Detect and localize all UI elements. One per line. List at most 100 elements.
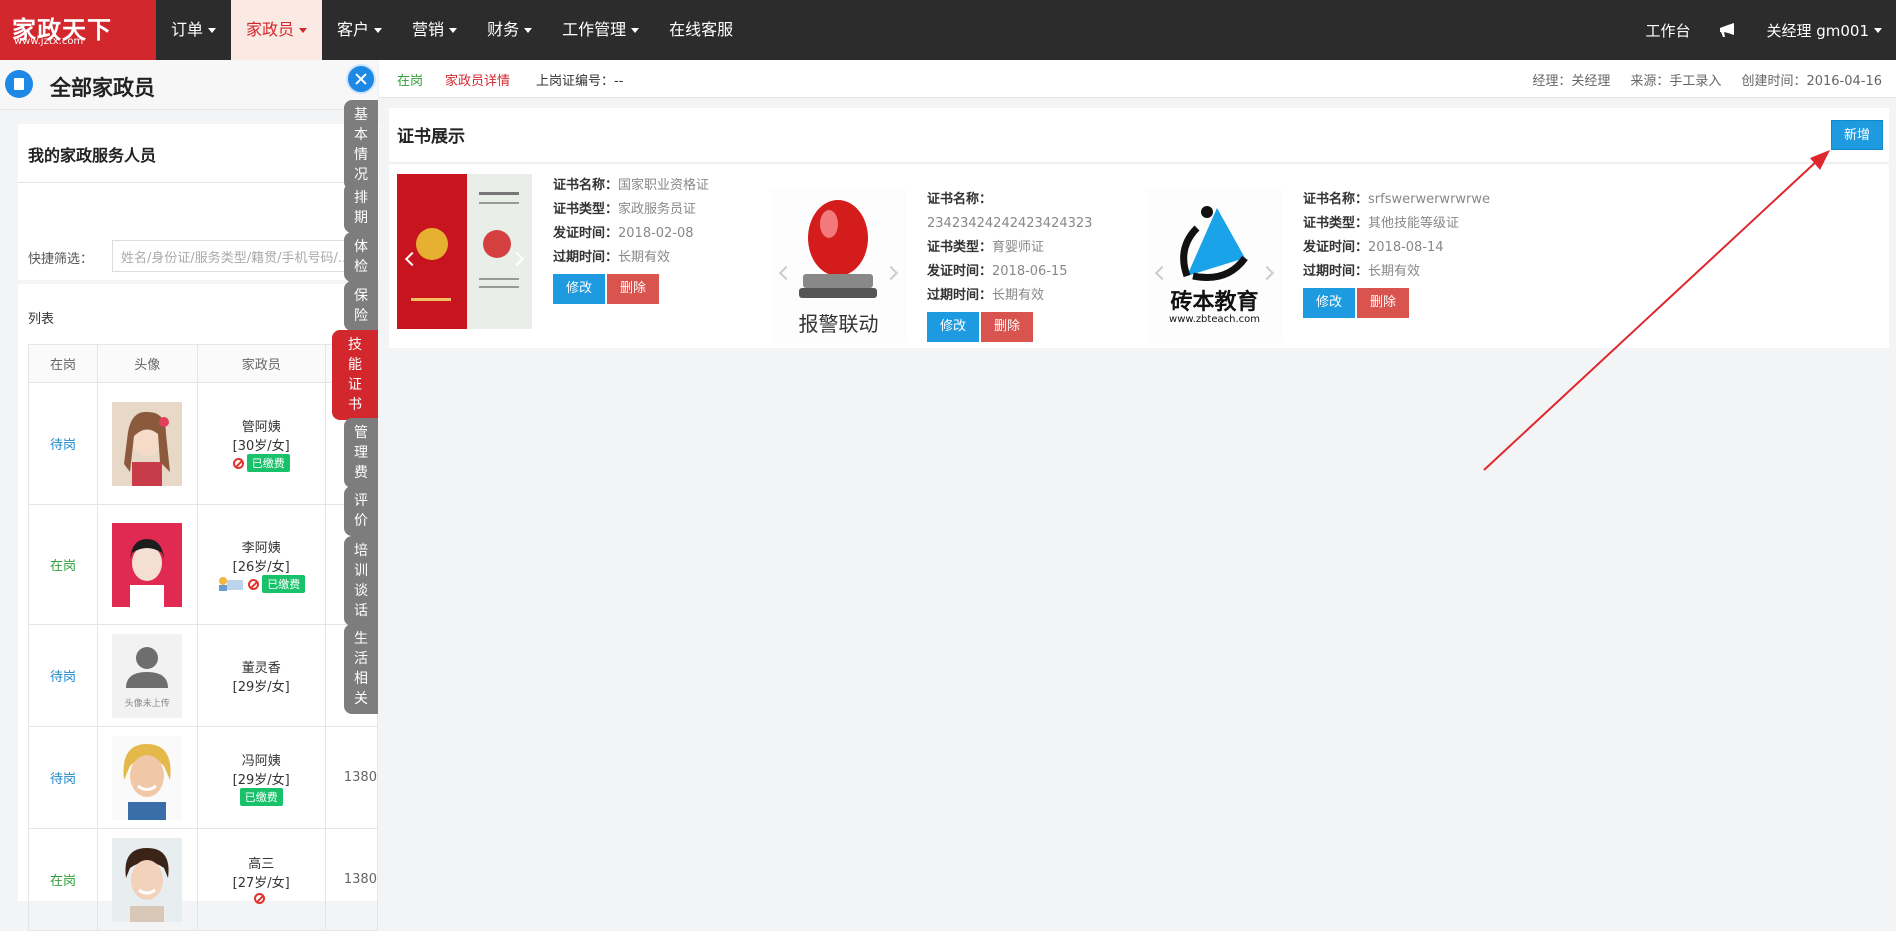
nav-orders[interactable]: 订单 (156, 0, 231, 60)
chevron-down-icon (449, 28, 458, 33)
divider (389, 162, 1889, 164)
nav-finance[interactable]: 财务 (472, 0, 547, 60)
cert-name-label: 证书名称： (927, 192, 993, 207)
cert-name-label: 证书名称： (1303, 192, 1369, 207)
avatar[interactable] (112, 735, 183, 820)
tab-label: 生活相关 (354, 631, 368, 707)
name-cell: 冯阿姨 [29岁/女] 已缴费 (196, 726, 326, 829)
cert-name-label: 证书名称： (553, 178, 619, 193)
cert-issue-date: 2018-02-08 (618, 226, 694, 241)
quick-filter-label: 快捷筛选： (28, 252, 94, 267)
table-row[interactable]: 在岗 高三 [27岁/女] 1380 (27, 828, 379, 931)
cert-expire: 长期有效 (992, 288, 1045, 303)
logo-caption: 砖本教育 (1170, 290, 1259, 315)
col-name[interactable]: 家政员 (196, 344, 326, 383)
cert-type-label: 证书类型： (1303, 216, 1369, 231)
row-name[interactable]: 管阿姨 (198, 416, 325, 435)
edit-button[interactable]: 修改 (553, 274, 605, 304)
cert-type: 其他技能等级证 (1368, 216, 1460, 231)
add-certificate-button[interactable]: 新增 (1831, 120, 1883, 150)
certificate-icon (219, 577, 244, 591)
name-cell: 李阿姨 [26岁/女] 已缴费 (196, 504, 326, 625)
row-age: [29岁/女] (232, 772, 290, 788)
tab-label: 体检 (354, 239, 368, 275)
prohibited-icon (254, 893, 266, 904)
name-cell: 管阿姨 [30岁/女] 已缴费 (196, 382, 326, 505)
tab-physical-exam[interactable]: 体检 (344, 232, 378, 282)
prohibited-icon (248, 578, 260, 590)
row-name[interactable]: 高三 (198, 853, 325, 872)
row-status: 待岗 (27, 382, 99, 505)
delete-button[interactable]: 删除 (981, 312, 1033, 342)
workbench-link[interactable]: 工作台 (1631, 20, 1704, 41)
certificate-image[interactable] (397, 174, 532, 329)
tab-management-fee[interactable]: 管理费 (344, 418, 378, 488)
chevron-down-icon (208, 28, 217, 33)
nav-online-service[interactable]: 在线客服 (654, 0, 748, 60)
row-age: [27岁/女] (232, 876, 290, 891)
tab-insurance[interactable]: 保险 (344, 281, 378, 331)
tab-schedule[interactable]: 排期 (344, 183, 378, 233)
delete-button[interactable]: 删除 (607, 274, 659, 304)
section-heading: 我的家政服务人员 (28, 146, 157, 165)
edit-button[interactable]: 修改 (1303, 288, 1355, 318)
certificate-book-icon (397, 174, 532, 329)
cert-expire: 长期有效 (618, 250, 671, 265)
table-row[interactable]: 在岗 李阿姨 [26岁/女] 已缴费 (27, 504, 379, 625)
avatar[interactable]: 头像未上传 (112, 633, 183, 718)
tab-label: 评价 (354, 493, 368, 529)
logo-url: www.zbteach.com (1169, 314, 1260, 325)
table-row[interactable]: 待岗 管阿姨 [30岁/女] 已缴费 (27, 382, 379, 505)
meta-info: 经理：关经理 来源：手工录入 创建时间：2016-04-16 (1512, 70, 1882, 89)
table-row[interactable]: 待岗 冯阿姨 [29岁/女] 已缴费 1380 (27, 726, 379, 829)
certificate-image[interactable]: 报警联动 (771, 188, 906, 343)
row-name[interactable]: 李阿姨 (198, 537, 325, 556)
brand-logo[interactable]: 家政天下 www.jztx.com (0, 0, 156, 60)
avatar[interactable] (112, 837, 183, 922)
delete-button[interactable]: 删除 (1357, 288, 1409, 318)
tab-training-talks[interactable]: 培训谈话 (344, 536, 378, 626)
megaphone-icon[interactable] (1704, 22, 1752, 38)
status-label: 在岗 (397, 74, 424, 89)
name-cell: 高三 [27岁/女] (196, 828, 326, 931)
tab-skill-certificates[interactable]: 技能证书 (332, 330, 378, 420)
user-menu[interactable]: 关经理 gm001 (1752, 20, 1896, 41)
detail-info-bar: 在岗 家政员详情 上岗证编号：-- 经理：关经理 来源：手工录入 创建时间：20… (379, 60, 1896, 98)
table-row[interactable]: 待岗 头像未上传 董灵香 [29岁/女] (27, 624, 379, 727)
close-icon[interactable] (346, 64, 376, 94)
edit-button[interactable]: 修改 (927, 312, 979, 342)
user-name: 关经理 gm001 (1766, 21, 1869, 40)
row-age: [30岁/女] (232, 438, 290, 454)
cert-name: 国家职业资格证 (618, 178, 710, 193)
certificate-image[interactable]: 砖本教育 www.zbteach.com (1147, 188, 1282, 343)
certificate-info: 证书名称：国家职业资格证 证书类型：家政服务员证 发证时间：2018-02-08… (553, 174, 709, 304)
detail-vertical-tabs: 基本情况 排期 体检 保险 技能证书 管理费 评价 培训谈话 生活相关 (332, 60, 379, 901)
cert-type-label: 证书类型： (553, 202, 619, 217)
tab-life-related[interactable]: 生活相关 (344, 624, 378, 714)
chevron-down-icon (299, 28, 308, 33)
tab-reviews[interactable]: 评价 (344, 486, 378, 536)
nav-customers[interactable]: 客户 (322, 0, 397, 60)
col-status[interactable]: 在岗 (27, 344, 99, 383)
section-title: 证书展示 (397, 127, 465, 147)
tab-label: 排期 (354, 190, 368, 226)
quick-filter-input[interactable]: 姓名/身份证/服务类型/籍贯/手机号码/... (112, 240, 374, 272)
cert-issue-label: 发证时间： (553, 226, 619, 241)
cert-expire-label: 过期时间： (927, 288, 993, 303)
nav-marketing[interactable]: 营销 (397, 0, 472, 60)
cert-issue-date: 2018-08-14 (1368, 240, 1444, 255)
tab-basic-info[interactable]: 基本情况 (344, 100, 378, 190)
nav-housekeepers[interactable]: 家政员 (231, 0, 323, 60)
row-age: [29岁/女] (232, 679, 290, 695)
avatar-cell: 头像未上传 (97, 624, 198, 727)
chevron-down-icon (524, 28, 533, 33)
nav-customers-label: 客户 (337, 20, 370, 39)
row-name[interactable]: 董灵香 (198, 657, 325, 676)
row-name[interactable]: 冯阿姨 (198, 750, 325, 769)
avatar[interactable] (112, 401, 183, 486)
list-card: 列表 在岗 头像 家政员 待岗 管阿姨 [30岁/女] 已缴费 在岗 李阿姨 [… (18, 284, 379, 931)
avatar[interactable] (112, 522, 183, 607)
cert-type: 家政服务员证 (618, 202, 697, 217)
nav-work-management[interactable]: 工作管理 (547, 0, 654, 60)
nav-online-service-label: 在线客服 (669, 20, 734, 39)
